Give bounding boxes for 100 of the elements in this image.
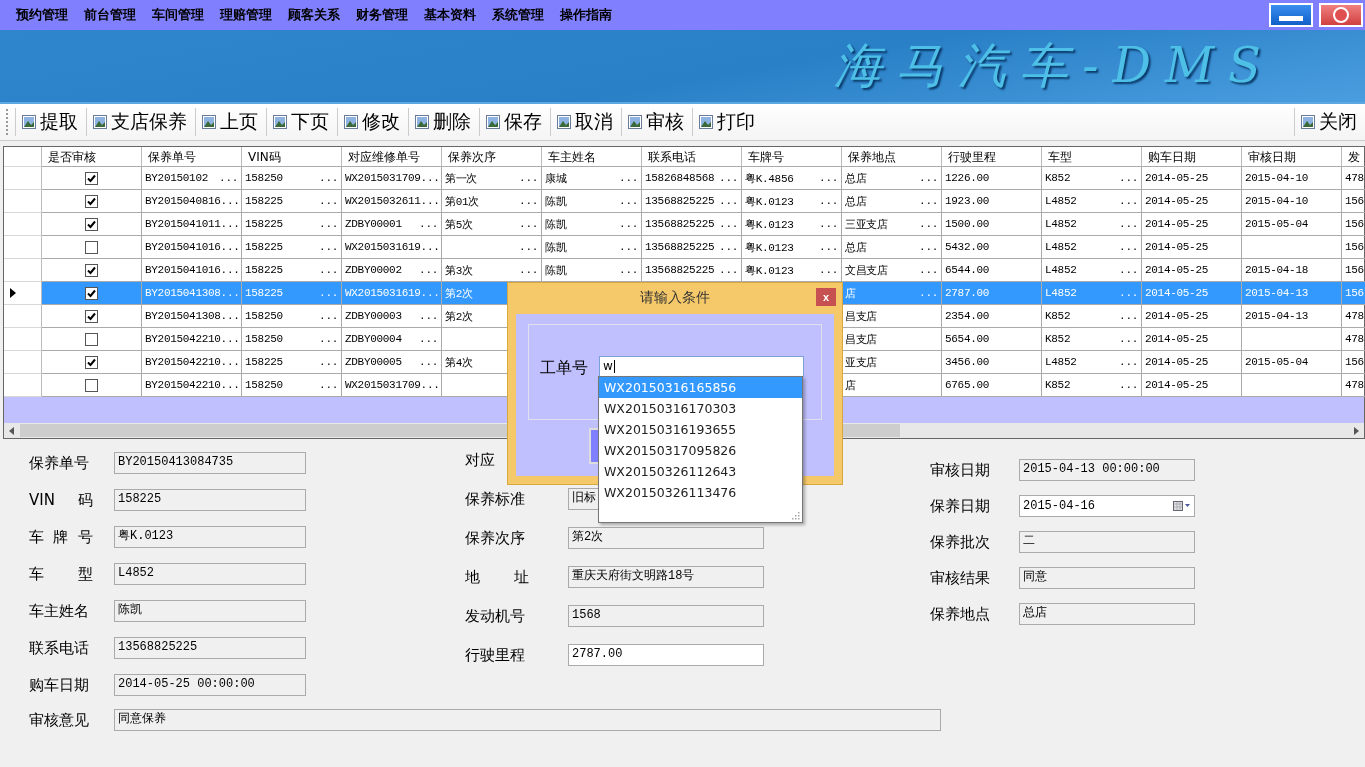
cell-ellipsis: ... <box>919 241 938 253</box>
table-cell-text: L4852 <box>1045 264 1077 276</box>
table-cell-text: WX2015031709... <box>345 172 440 184</box>
cell-ellipsis: ... <box>519 241 538 253</box>
table-cell-text: WX2015031619... <box>345 241 440 253</box>
table-cell-text: BY2015040816... <box>145 195 240 207</box>
table-cell-text: L4852 <box>1045 218 1077 230</box>
table-cell-text: 15826848568 <box>645 172 715 184</box>
table-cell-text: 2014-05-25 <box>1145 218 1208 230</box>
table-cell-text: 总店 <box>845 194 867 209</box>
table-cell-text: 478 <box>1345 379 1364 391</box>
table-cell-text: 店 <box>845 378 856 393</box>
cell-ellipsis: ... <box>519 264 538 276</box>
table-cell-text: 2015-04-18 <box>1245 264 1308 276</box>
table-cell-text: 5432.00 <box>945 241 990 253</box>
table-cell-text: 三亚支店 <box>845 217 888 232</box>
table-cell-text: 昌支店 <box>845 332 878 347</box>
cell-ellipsis: ... <box>619 241 638 253</box>
table-cell-text: 1226.00 <box>945 172 990 184</box>
table-cell-text: 6544.00 <box>945 264 990 276</box>
field-label: 车主姓名 <box>29 601 90 621</box>
field-label: 保养单号 <box>29 453 90 473</box>
table-cell-text: 第一次 <box>445 171 478 186</box>
cell-ellipsis: ... <box>919 218 938 230</box>
cell-ellipsis: ... <box>319 195 338 207</box>
table-cell-text: 陈凯 <box>545 263 567 278</box>
cell-ellipsis: ... <box>819 218 838 230</box>
cell-ellipsis: ... <box>319 356 338 368</box>
table-cell-text: 康城 <box>545 171 567 186</box>
cell-ellipsis: ... <box>319 379 338 391</box>
field-label: 保养日期 <box>930 496 991 516</box>
table-cell-text: 158225 <box>245 218 283 230</box>
table-cell-text: 158225 <box>245 241 283 253</box>
table-cell-text: 2014-05-25 <box>1145 195 1208 207</box>
table-cell-text: ZDBY00003 <box>345 310 402 322</box>
cell-ellipsis: ... <box>1119 241 1138 253</box>
table-cell-text: 13568825225 <box>645 195 715 207</box>
table-cell-text: 156 <box>1345 218 1364 230</box>
field-label: 工单号 <box>540 358 588 379</box>
logo-text: 海马汽车-DMS <box>834 36 1275 95</box>
table-cell-text: 亚支店 <box>845 355 878 370</box>
table-cell-text: 第3次 <box>445 263 473 278</box>
table-cell-text: 156 <box>1345 287 1364 299</box>
table-cell-text: ZDBY00004 <box>345 333 402 345</box>
cell-ellipsis: ... <box>919 195 938 207</box>
cell-ellipsis: ... <box>1119 310 1138 322</box>
cell-ellipsis: ... <box>1119 333 1138 345</box>
field-label: 保养批次 <box>930 532 991 552</box>
cell-ellipsis: ... <box>719 218 738 230</box>
table-cell-text: 总店 <box>845 171 867 186</box>
table-cell-text: BY20150102 <box>145 172 208 184</box>
field-label: VIN 码 <box>29 490 93 510</box>
table-cell-text: 店 <box>845 286 856 301</box>
table-cell-text: BY2015041011... <box>145 218 240 230</box>
table-cell-text: K852 <box>1045 172 1071 184</box>
field-label: 审核日期 <box>930 460 991 480</box>
table-cell-text: 陈凯 <box>545 217 567 232</box>
table-cell-text: 第5次 <box>445 217 473 232</box>
cell-ellipsis: ... <box>419 333 438 345</box>
field-label: 对应 <box>465 450 496 470</box>
table-cell-text: 3456.00 <box>945 356 990 368</box>
table-cell-text: WX2015031709... <box>345 379 440 391</box>
cell-ellipsis: ... <box>1119 379 1138 391</box>
table-cell-text: BY2015042210... <box>145 356 240 368</box>
cell-ellipsis: ... <box>1119 287 1138 299</box>
table-cell-text: 2014-05-25 <box>1145 379 1208 391</box>
table-cell-text: WX2015031619... <box>345 287 440 299</box>
table-cell-text: 13568825225 <box>645 218 715 230</box>
cell-ellipsis: ... <box>819 264 838 276</box>
table-cell-text: 158250 <box>245 333 283 345</box>
cell-ellipsis: ... <box>719 241 738 253</box>
table-cell-text: L4852 <box>1045 287 1077 299</box>
field-label: 审核意见 <box>29 710 90 730</box>
table-cell-text: L4852 <box>1045 241 1077 253</box>
table-cell-text: 第01次 <box>445 194 479 209</box>
table-cell-text: 156 <box>1345 356 1364 368</box>
table-cell-text: 粤K.0123 <box>745 263 794 278</box>
field-label: 车 型 <box>29 564 93 584</box>
cell-ellipsis: ... <box>519 218 538 230</box>
table-cell-text: BY2015041016... <box>145 241 240 253</box>
table-cell-text: 156 <box>1345 195 1364 207</box>
cell-ellipsis: ... <box>419 264 438 276</box>
table-cell-text: 2014-05-25 <box>1145 287 1208 299</box>
cell-ellipsis: ... <box>719 264 738 276</box>
table-cell-text: K852 <box>1045 310 1071 322</box>
cell-ellipsis: ... <box>819 172 838 184</box>
table-cell-text: 2014-05-25 <box>1145 310 1208 322</box>
table-cell-text: 2015-05-04 <box>1245 356 1308 368</box>
table-cell-text: K852 <box>1045 379 1071 391</box>
field-label: 地 址 <box>465 567 529 587</box>
table-cell-text: 2015-05-04 <box>1245 218 1308 230</box>
cell-ellipsis: ... <box>1119 264 1138 276</box>
cell-ellipsis: ... <box>619 195 638 207</box>
table-cell-text: 第2次 <box>445 309 473 324</box>
table-cell-text: BY2015042210... <box>145 379 240 391</box>
table-cell-text: 2787.00 <box>945 287 990 299</box>
cell-ellipsis: ... <box>819 195 838 207</box>
cell-ellipsis: ... <box>319 218 338 230</box>
table-cell-text: BY2015041308... <box>145 287 240 299</box>
table-cell-text: 158225 <box>245 287 283 299</box>
